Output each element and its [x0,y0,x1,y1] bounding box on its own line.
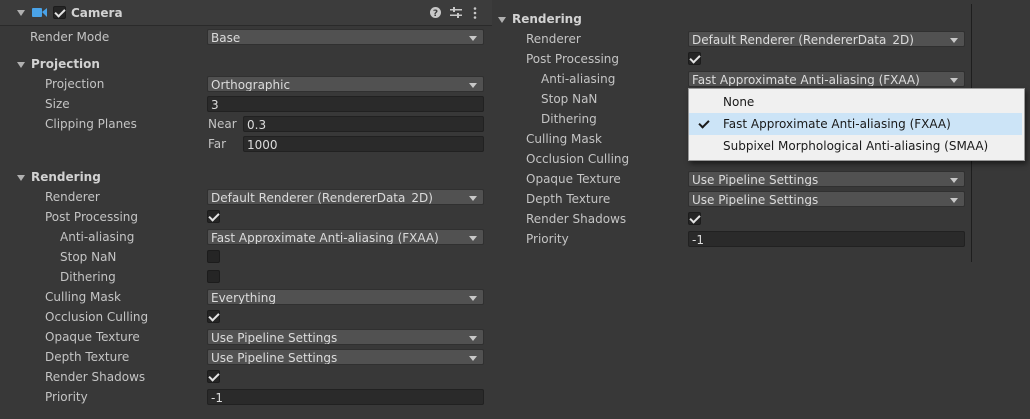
anti-aliasing-label: Anti-aliasing [60,230,135,244]
depth-texture-dropdown[interactable]: Use Pipeline Settings [688,191,965,207]
culling-mask-label: Culling Mask [526,132,602,146]
priority-input[interactable]: -1 [207,389,484,405]
camera-icon [32,8,47,17]
render-mode-label: Render Mode [30,30,110,44]
opaque-texture-label: Opaque Texture [45,330,140,344]
component-title: Camera [71,6,123,20]
preset-sliders-icon[interactable] [450,7,462,18]
renderer-dropdown[interactable]: Default Renderer (RendererData_2D) [688,31,965,47]
anti-aliasing-dropdown[interactable]: Fast Approximate Anti-aliasing (FXAA) [688,71,965,87]
menu-item-fxaa[interactable]: Fast Approximate Anti-aliasing (FXAA) [689,113,1022,135]
anti-aliasing-value: Fast Approximate Anti-aliasing (FXAA) [211,231,439,245]
projection-dropdown[interactable]: Orthographic [207,76,484,92]
renderer-label: Renderer [526,32,581,46]
render-shadows-checkbox[interactable] [688,212,701,225]
near-input[interactable]: 0.3 [243,116,484,132]
chevron-down-icon [950,78,958,83]
near-label: Near [208,117,237,131]
priority-input[interactable]: -1 [688,231,965,247]
rendering-foldout-arrow-icon[interactable] [498,17,506,23]
menu-item-smaa[interactable]: Subpixel Morphological Anti-aliasing (SM… [689,135,1022,157]
component-foldout-arrow-icon[interactable] [17,10,25,16]
post-processing-label: Post Processing [45,210,138,224]
opaque-texture-dropdown[interactable]: Use Pipeline Settings [688,171,965,187]
render-mode-value: Base [211,31,241,45]
menu-item-label: None [723,95,755,109]
culling-mask-label: Culling Mask [45,290,121,304]
chevron-down-icon [469,336,477,341]
far-label: Far [208,137,227,151]
dithering-label: Dithering [541,112,597,126]
projection-label: Projection [45,77,105,91]
opaque-texture-value: Use Pipeline Settings [211,331,338,345]
size-label: Size [45,97,70,111]
render-mode-dropdown[interactable]: Base [207,29,484,45]
opaque-texture-dropdown[interactable]: Use Pipeline Settings [207,329,484,345]
post-processing-label: Post Processing [526,52,619,66]
depth-texture-value: Use Pipeline Settings [692,193,819,207]
priority-label: Priority [45,390,88,404]
occlusion-culling-checkbox[interactable] [207,310,220,323]
renderer-value: Default Renderer (RendererData_2D) [692,33,914,47]
help-icon[interactable]: ? [430,7,441,18]
chevron-down-icon [469,36,477,41]
depth-texture-label: Depth Texture [45,350,130,364]
chevron-down-icon [469,236,477,241]
render-shadows-label: Render Shadows [45,370,146,384]
anti-aliasing-value: Fast Approximate Anti-aliasing (FXAA) [692,73,920,87]
menu-item-label: Subpixel Morphological Anti-aliasing (SM… [723,139,989,153]
priority-label: Priority [526,232,569,246]
clipping-planes-label: Clipping Planes [45,117,137,131]
occlusion-culling-label: Occlusion Culling [45,310,149,324]
stop-nan-checkbox[interactable] [207,250,220,263]
chevron-down-icon [469,296,477,301]
component-enabled-checkbox[interactable] [53,6,66,19]
anti-aliasing-label: Anti-aliasing [541,72,616,86]
projection-section-title[interactable]: Projection [31,55,100,73]
culling-mask-value: Everything [211,291,276,305]
chevron-down-icon [469,196,477,201]
occlusion-culling-label: Occlusion Culling [526,152,630,166]
chevron-down-icon [950,198,958,203]
projection-value: Orthographic [211,78,291,92]
rendering-section-title[interactable]: Rendering [512,10,582,28]
depth-texture-label: Depth Texture [526,192,611,206]
post-processing-checkbox[interactable] [688,52,701,65]
far-input[interactable]: 1000 [243,136,484,152]
menu-item-label: Fast Approximate Anti-aliasing (FXAA) [723,117,951,131]
chevron-down-icon [469,356,477,361]
renderer-dropdown[interactable]: Default Renderer (RendererData_2D) [207,189,484,205]
culling-mask-dropdown[interactable]: Everything [207,289,484,305]
rendering-section-title[interactable]: Rendering [31,168,101,186]
projection-foldout-arrow-icon[interactable] [17,62,25,68]
svg-text:?: ? [433,9,438,18]
component-header[interactable]: Camera ? [0,0,492,26]
menu-item-none[interactable]: None [689,91,1022,113]
checkmark-icon [698,117,710,129]
anti-aliasing-popup-menu: None Fast Approximate Anti-aliasing (FXA… [688,88,1025,161]
post-processing-checkbox[interactable] [207,210,220,223]
stop-nan-label: Stop NaN [541,92,598,106]
size-input[interactable]: 3 [207,96,484,112]
anti-aliasing-dropdown[interactable]: Fast Approximate Anti-aliasing (FXAA) [207,229,484,245]
stop-nan-label: Stop NaN [60,250,117,264]
opaque-texture-label: Opaque Texture [526,172,621,186]
renderer-value: Default Renderer (RendererData_2D) [211,191,433,205]
depth-texture-dropdown[interactable]: Use Pipeline Settings [207,349,484,365]
dithering-checkbox[interactable] [207,270,220,283]
opaque-texture-value: Use Pipeline Settings [692,173,819,187]
chevron-down-icon [950,38,958,43]
depth-texture-value: Use Pipeline Settings [211,351,338,365]
rendering-foldout-arrow-icon[interactable] [17,175,25,181]
chevron-down-icon [469,83,477,88]
chevron-down-icon [950,178,958,183]
dithering-label: Dithering [60,270,116,284]
kebab-menu-icon[interactable] [473,7,477,19]
render-shadows-checkbox[interactable] [207,370,220,383]
renderer-label: Renderer [45,190,100,204]
render-shadows-label: Render Shadows [526,212,627,226]
